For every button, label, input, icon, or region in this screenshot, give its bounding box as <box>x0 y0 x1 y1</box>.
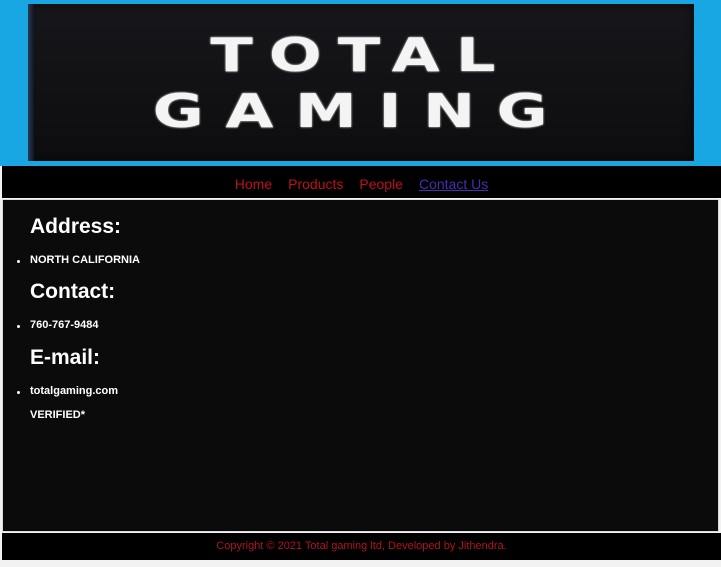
footer: Copyright © 2021 Total gaming ltd, Devel… <box>2 533 721 560</box>
nav-link-products[interactable]: Products <box>280 176 351 192</box>
email-value: totalgaming.com <box>30 385 119 397</box>
nav-links: Home Products People Contact Us <box>227 176 496 192</box>
header-banner: TOTAL GAMING <box>0 0 721 166</box>
address-value: NORTH CALIFORNIA <box>30 254 140 266</box>
contact-phone-value: 760-767-9484 <box>30 319 99 331</box>
address-heading: Address: <box>30 215 122 238</box>
navbar: Home Products People Contact Us <box>2 166 721 198</box>
email-heading: E-mail: <box>30 346 101 369</box>
contact-heading: Contact: <box>30 280 116 303</box>
bottom-strip <box>0 560 721 567</box>
bullet-icon <box>17 260 20 263</box>
nav-link-home[interactable]: Home <box>227 176 280 192</box>
copyright-text: Copyright © 2021 Total gaming ltd, Devel… <box>216 540 507 552</box>
verified-note: VERIFIED* <box>30 409 86 421</box>
page: TOTAL GAMING Home Products People Contac… <box>0 0 721 567</box>
contact-content-panel: Address: NORTH CALIFORNIA Contact: 760-7… <box>2 199 719 532</box>
nav-link-people[interactable]: People <box>351 176 411 192</box>
logo-text-line-1: TOTAL <box>210 28 512 82</box>
bullet-icon <box>17 325 20 328</box>
logo-panel: TOTAL GAMING <box>28 4 694 161</box>
nav-link-contact-us[interactable]: Contact Us <box>411 176 496 192</box>
bullet-icon <box>17 391 20 394</box>
logo-text-line-2: GAMING <box>152 84 570 138</box>
